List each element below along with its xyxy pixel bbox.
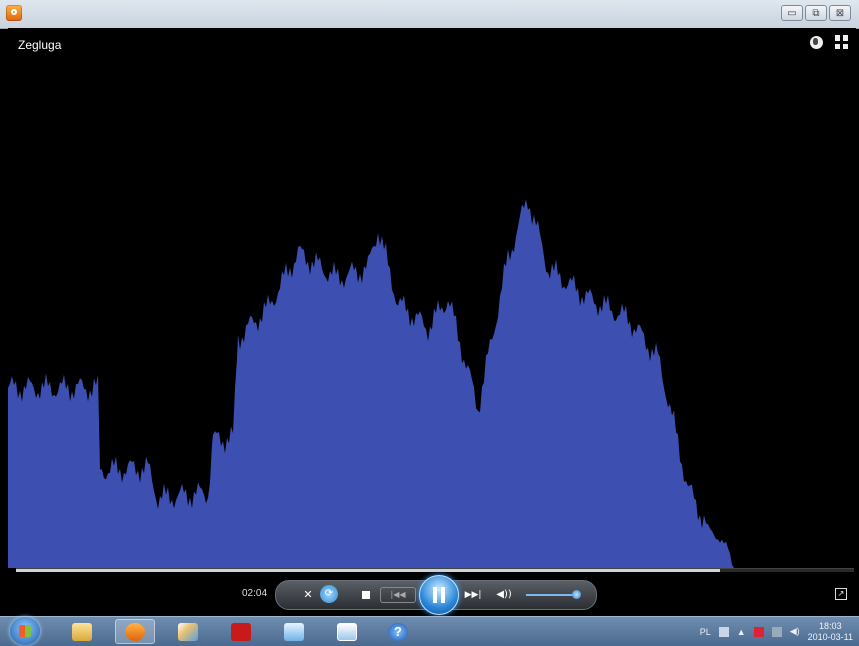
start-button[interactable] xyxy=(10,617,40,645)
title-bar: ▭ ⧉ ⊠ xyxy=(0,0,859,29)
switch-to-library-button[interactable]: ⧉ xyxy=(805,5,827,21)
next-button[interactable]: ▶▶| xyxy=(461,587,485,603)
video-area[interactable]: Zegluga xyxy=(8,28,856,568)
pause-icon-bar xyxy=(433,587,437,603)
taskbar-explorer[interactable] xyxy=(62,619,102,644)
volume-slider-track[interactable] xyxy=(526,594,578,596)
taskbar: ? PL ▲ ◀) 18:03 2010-03-11 xyxy=(0,616,859,646)
volume-icon[interactable]: ◀) xyxy=(790,626,800,637)
taskbar-help[interactable]: ? xyxy=(378,619,418,644)
app-icon xyxy=(284,622,304,641)
switch-to-library-icon[interactable] xyxy=(834,34,850,50)
volume-slider-knob[interactable] xyxy=(572,590,581,599)
repeat-button[interactable]: ⟳ xyxy=(320,585,338,603)
visualization-waveform xyxy=(8,199,734,568)
controls-pill: ✕ ⟳ |◀◀ ▶▶| ◀)) xyxy=(275,575,597,615)
playback-controls: 02:04 ✕ ⟳ |◀◀ ▶▶| ◀)) ↗ xyxy=(0,572,859,616)
visualization xyxy=(8,199,734,568)
taskbar-generic-app[interactable] xyxy=(274,619,314,644)
mute-button[interactable]: ◀)) xyxy=(494,587,514,603)
stop-button[interactable] xyxy=(356,587,376,603)
folder-icon xyxy=(72,622,92,641)
system-tray: PL ▲ ◀) 18:03 2010-03-11 xyxy=(700,617,853,646)
window-buttons: ▭ ⧉ ⊠ xyxy=(781,5,851,21)
clock[interactable]: 18:03 2010-03-11 xyxy=(808,621,853,643)
minimize-button[interactable]: ▭ xyxy=(781,5,803,21)
language-indicator[interactable]: PL xyxy=(700,627,711,637)
clock-time: 18:03 xyxy=(819,620,842,631)
globe-icon[interactable] xyxy=(808,34,824,50)
show-hidden-icons-icon[interactable]: ▲ xyxy=(737,627,746,637)
taskbar-media-player[interactable] xyxy=(115,619,155,644)
paint-icon xyxy=(178,622,198,641)
taskbar-paint[interactable] xyxy=(168,619,208,644)
close-button[interactable]: ⊠ xyxy=(829,5,851,21)
taskbar-picture-viewer[interactable] xyxy=(327,619,367,644)
elapsed-time: 02:04 xyxy=(242,588,268,599)
previous-button[interactable]: |◀◀ xyxy=(380,587,416,603)
clock-date: 2010-03-11 xyxy=(807,631,853,642)
action-center-icon[interactable] xyxy=(753,626,764,637)
media-player-icon[interactable] xyxy=(6,5,22,21)
keyboard-icon[interactable] xyxy=(718,626,729,637)
shuffle-button[interactable]: ✕ xyxy=(298,587,318,603)
taskbar-adobe-reader[interactable] xyxy=(221,619,261,644)
media-player-icon xyxy=(125,622,145,641)
pause-button[interactable] xyxy=(419,575,459,615)
picture-icon xyxy=(337,622,357,641)
adobe-reader-icon xyxy=(231,622,251,641)
stop-icon xyxy=(362,591,370,599)
pause-icon-bar xyxy=(441,587,445,603)
help-icon: ? xyxy=(388,622,408,641)
overlay-icons xyxy=(808,34,850,50)
fullscreen-button[interactable]: ↗ xyxy=(835,588,847,600)
media-title: Zegluga xyxy=(18,38,62,52)
network-icon[interactable] xyxy=(771,626,782,637)
